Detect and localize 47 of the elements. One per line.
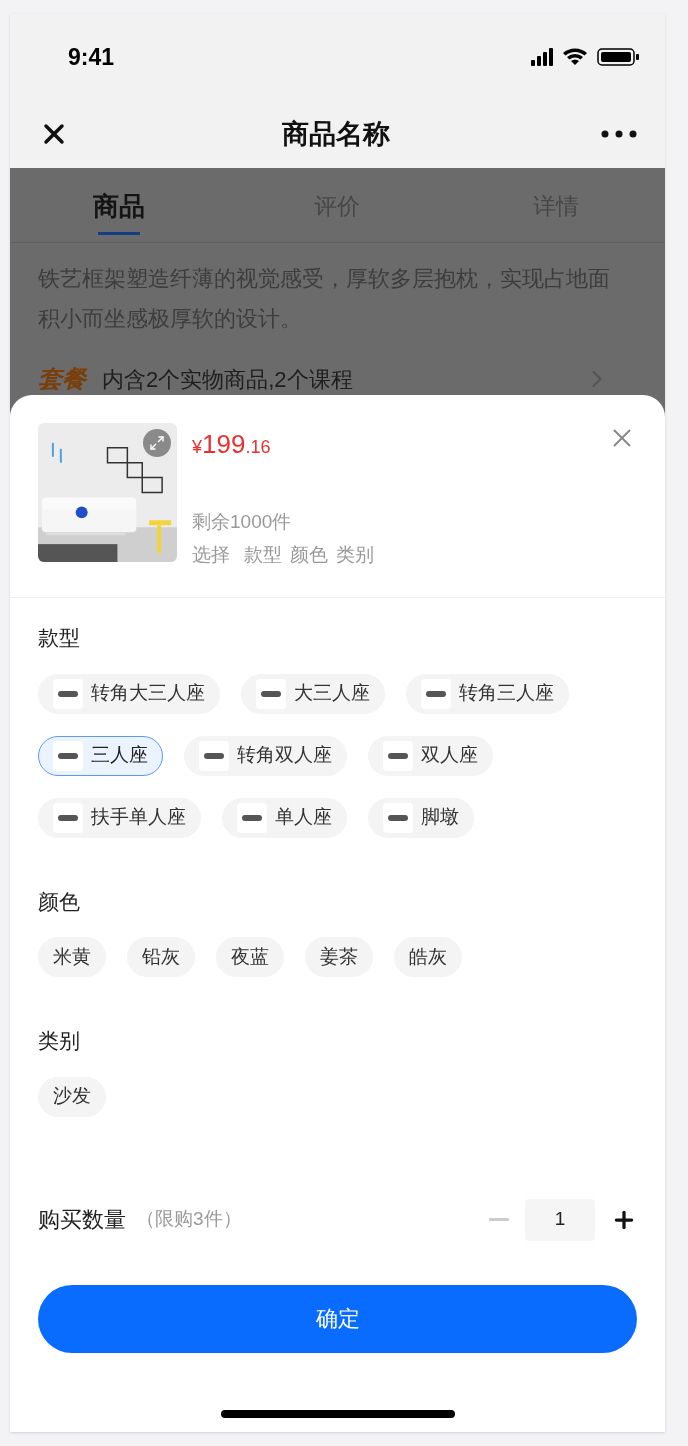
- sofa-icon: [53, 740, 83, 771]
- sofa-icon: [53, 678, 83, 709]
- selection-item: 款型: [244, 542, 282, 567]
- option-chip[interactable]: 铅灰: [127, 937, 195, 977]
- option-chip[interactable]: 姜茶: [305, 937, 373, 977]
- group-title: 类别: [38, 1028, 81, 1054]
- signal-icon: [531, 48, 553, 66]
- option-chip[interactable]: 三人座: [38, 735, 163, 776]
- selection-item: 类别: [336, 542, 374, 567]
- option-chip[interactable]: 转角大三人座: [38, 673, 220, 714]
- selection-label: 选择: [192, 542, 230, 567]
- group-title: 款型: [38, 625, 81, 651]
- option-chip[interactable]: 沙发: [38, 1076, 106, 1117]
- sofa-icon: [199, 740, 229, 771]
- option-chip[interactable]: 脚墩: [368, 797, 474, 838]
- page-title: 商品名称: [281, 117, 390, 151]
- option-chip[interactable]: 转角双人座: [184, 735, 347, 776]
- option-chip[interactable]: 皓灰: [394, 937, 462, 977]
- option-chip[interactable]: 扶手单人座: [38, 797, 201, 838]
- sofa-icon: [421, 678, 451, 709]
- confirm-button[interactable]: 确定: [38, 1284, 637, 1353]
- sofa-icon: [383, 802, 413, 833]
- quantity-field[interactable]: 1: [525, 1198, 595, 1241]
- sofa-icon: [237, 802, 267, 833]
- wifi-icon: [563, 48, 587, 66]
- option-chip[interactable]: 米黄: [38, 937, 106, 977]
- minus-icon: [489, 1218, 509, 1221]
- option-chip[interactable]: 大三人座: [241, 673, 385, 714]
- package-text: 内含2个实物商品,2个课程: [102, 365, 354, 394]
- battery-icon: [597, 48, 639, 66]
- price: ¥199.16: [192, 428, 272, 461]
- sofa-icon: [383, 740, 413, 771]
- more-button[interactable]: [601, 130, 637, 138]
- stock-text: 剩余1000件: [192, 510, 293, 534]
- option-chip[interactable]: 夜蓝: [216, 937, 284, 977]
- quantity-limit: （限购3件）: [136, 1207, 243, 1232]
- group-title: 颜色: [38, 888, 81, 915]
- status-time: 9:41: [68, 42, 115, 72]
- option-chip[interactable]: 转角三人座: [406, 673, 569, 714]
- option-chip[interactable]: 双人座: [368, 735, 493, 776]
- more-icon: [601, 130, 637, 138]
- selection-item: 颜色: [290, 542, 328, 567]
- sofa-icon: [256, 678, 286, 709]
- package-tag: 套餐: [38, 361, 86, 397]
- option-chip[interactable]: 单人座: [222, 797, 347, 838]
- sofa-icon: [53, 802, 83, 833]
- quantity-label: 购买数量: [38, 1206, 126, 1234]
